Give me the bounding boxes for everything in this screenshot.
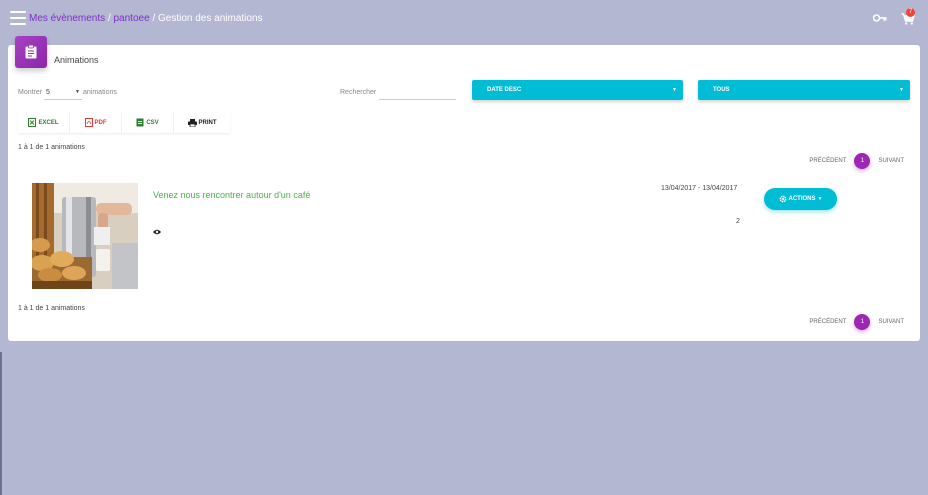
breadcrumb-separator: / bbox=[107, 13, 111, 24]
animation-dates: 13/04/2017 - 13/04/2017 bbox=[661, 185, 738, 192]
export-excel-button[interactable]: EXCEL bbox=[18, 112, 70, 133]
pdf-file-icon bbox=[84, 118, 93, 127]
page-length-value: 5 bbox=[46, 89, 50, 96]
export-pdf-label: PDF bbox=[94, 119, 107, 126]
left-edge-divider bbox=[0, 352, 2, 495]
pagination-top: PRÉCÉDENT 1 SUIVANT bbox=[809, 153, 904, 169]
print-button[interactable]: PRINT bbox=[174, 112, 230, 133]
export-toolbar: EXCEL PDF CSV PRINT bbox=[18, 112, 230, 133]
page-length-select[interactable]: 5 ▼ bbox=[44, 86, 82, 100]
export-csv-button[interactable]: CSV bbox=[122, 112, 174, 133]
breadcrumb: Mes évènements / pantoee / Gestion des a… bbox=[29, 13, 263, 24]
animation-title-link[interactable]: Venez nous rencontrer autour d'un café bbox=[153, 190, 310, 200]
hamburger-menu-icon[interactable] bbox=[10, 11, 26, 25]
animation-thumbnail[interactable] bbox=[32, 183, 138, 289]
breadcrumb-event-link[interactable]: pantoee bbox=[114, 13, 150, 24]
pagination-next-button[interactable]: SUIVANT bbox=[878, 158, 904, 164]
topbar: Mes évènements / pantoee / Gestion des a… bbox=[0, 0, 928, 36]
table-info-bottom: 1 à 1 de 1 animations bbox=[18, 305, 85, 312]
export-csv-label: CSV bbox=[146, 119, 159, 126]
sort-dropdown[interactable]: DATE DESC ▼ bbox=[472, 80, 683, 100]
pagination-bottom: PRÉCÉDENT 1 SUIVANT bbox=[809, 314, 904, 330]
cart-count-badge: 7 bbox=[906, 8, 915, 17]
caret-down-icon: ▼ bbox=[75, 89, 80, 95]
page-length-suffix: animations bbox=[83, 89, 117, 96]
pagination-prev-button[interactable]: PRÉCÉDENT bbox=[809, 319, 846, 325]
gear-icon bbox=[779, 195, 786, 203]
actions-label: ACTIONS bbox=[788, 196, 816, 202]
breadcrumb-events-link[interactable]: Mes évènements bbox=[29, 13, 105, 24]
caret-down-icon: ▼ bbox=[672, 87, 677, 93]
filter-dropdown[interactable]: TOUS ▼ bbox=[698, 80, 910, 100]
search-label: Rechercher bbox=[340, 89, 377, 96]
pagination-prev-button[interactable]: PRÉCÉDENT bbox=[809, 158, 846, 164]
printer-icon bbox=[187, 118, 197, 127]
pagination-next-button[interactable]: SUIVANT bbox=[878, 319, 904, 325]
breadcrumb-separator: / bbox=[152, 13, 156, 24]
page-length-label: Montrer bbox=[18, 89, 43, 96]
coffee-croissants-image bbox=[32, 183, 138, 289]
eye-icon[interactable] bbox=[153, 229, 161, 235]
sort-dropdown-value: DATE DESC bbox=[487, 87, 522, 93]
filter-dropdown-value: TOUS bbox=[713, 87, 730, 93]
pagination-page-button[interactable]: 1 bbox=[854, 314, 871, 330]
animations-card: Animations Montrer 5 ▼ animations Recher… bbox=[8, 36, 920, 341]
key-icon[interactable] bbox=[873, 13, 887, 23]
export-pdf-button[interactable]: PDF bbox=[70, 112, 122, 133]
export-excel-label: EXCEL bbox=[38, 119, 59, 126]
animation-count: 2 bbox=[736, 218, 740, 225]
search-input[interactable] bbox=[379, 86, 456, 100]
excel-file-icon bbox=[28, 118, 37, 127]
card-header-badge bbox=[15, 36, 47, 68]
actions-button[interactable]: ACTIONS ▼ bbox=[764, 188, 837, 210]
caret-down-icon: ▼ bbox=[899, 87, 904, 93]
print-label: PRINT bbox=[198, 119, 217, 126]
caret-down-icon: ▼ bbox=[817, 196, 823, 202]
card-title: Animations bbox=[54, 55, 99, 65]
table-info-top: 1 à 1 de 1 animations bbox=[18, 144, 85, 151]
pagination-page-button[interactable]: 1 bbox=[854, 153, 871, 169]
csv-file-icon bbox=[136, 118, 144, 127]
breadcrumb-current: Gestion des animations bbox=[158, 13, 263, 24]
clipboard-icon bbox=[25, 45, 37, 59]
